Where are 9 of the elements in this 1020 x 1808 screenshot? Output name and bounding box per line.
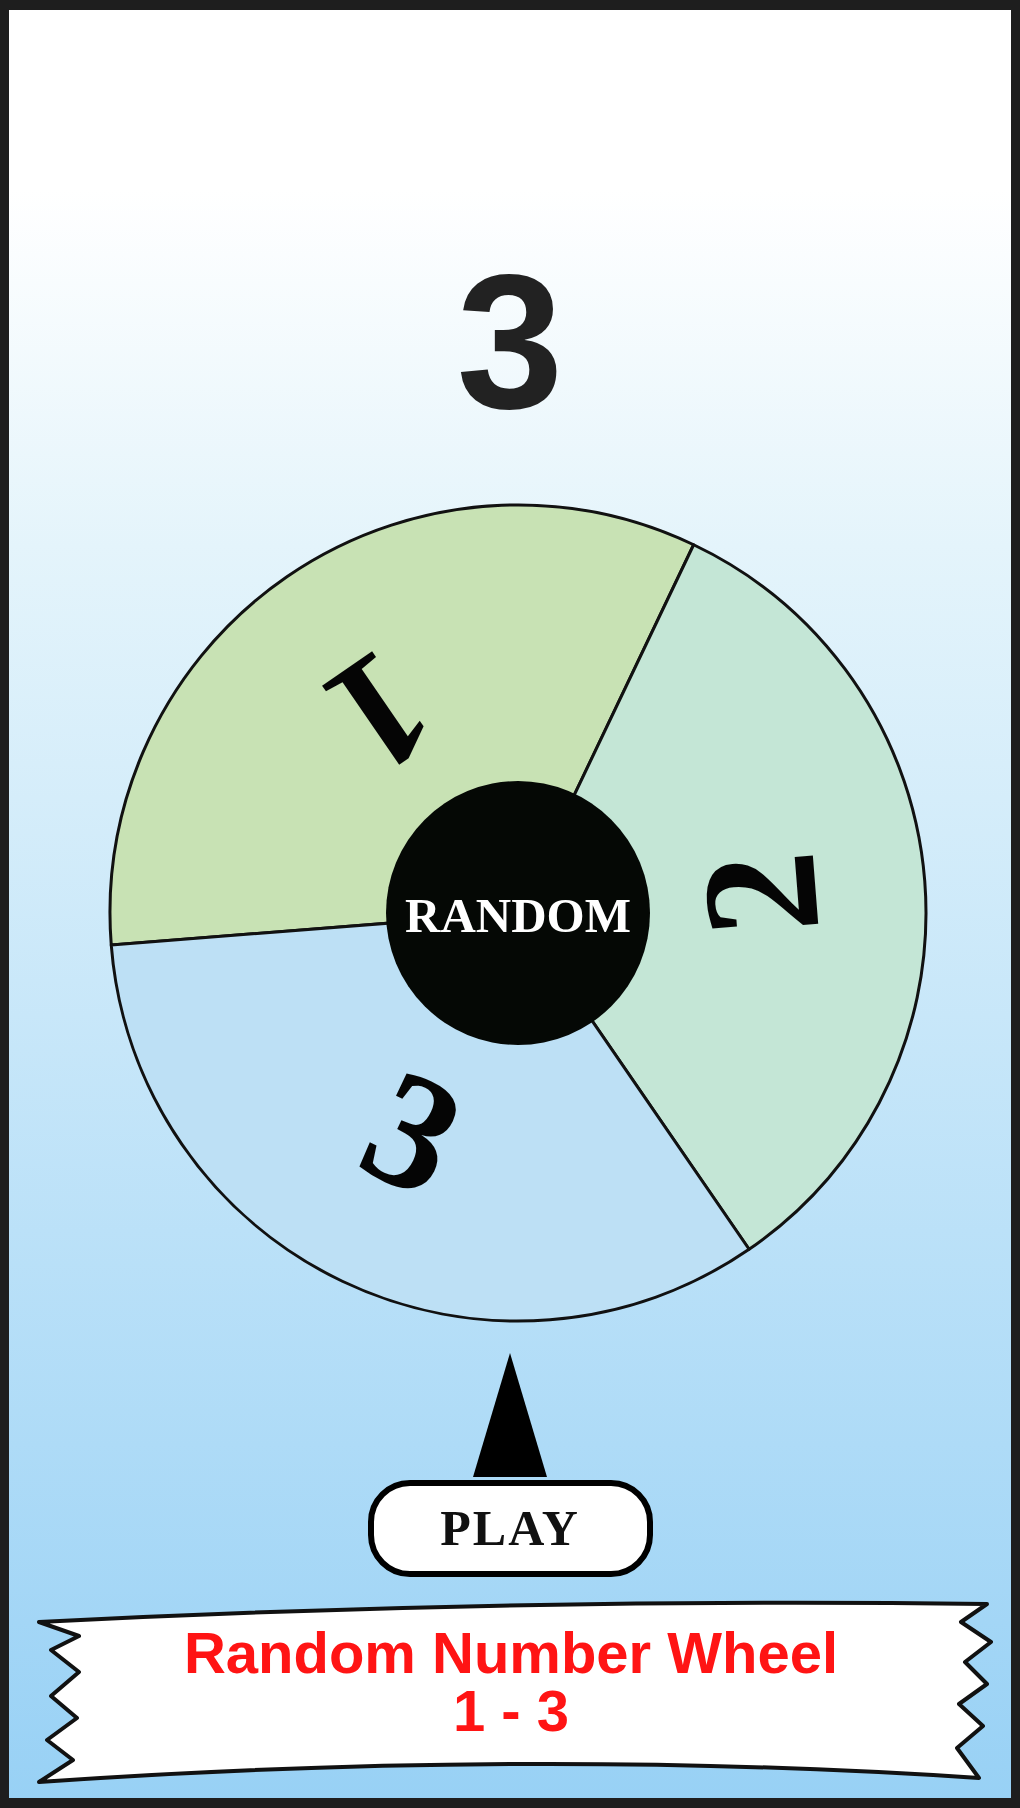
result-number: 3	[456, 246, 564, 438]
segment-label: 2	[665, 845, 855, 943]
banner-range: 1 - 3	[452, 1682, 570, 1740]
banner-title: Random Number Wheel	[183, 1624, 839, 1682]
hub-label: RANDOM	[405, 887, 631, 943]
pointer-icon	[473, 1353, 547, 1477]
segment-label: 1	[294, 613, 467, 812]
segment-label: 3	[336, 1032, 490, 1233]
play-button[interactable]: PLAY	[367, 1480, 653, 1577]
